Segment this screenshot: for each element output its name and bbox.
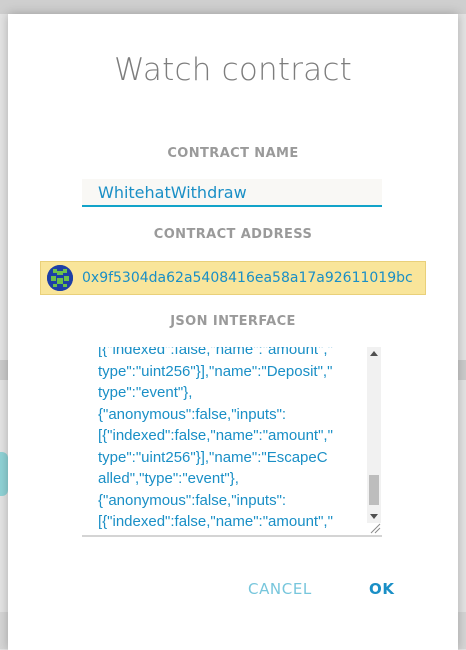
json-interface-line: type":"uint256"}],"name":"EscapeC [98, 448, 328, 466]
scroll-down-arrow-icon[interactable] [370, 514, 378, 519]
json-interface-line: type":"event"}, [98, 384, 193, 401]
json-interface-label: JSON INTERFACE [170, 314, 296, 329]
json-interface-line: [{"indexed":false,"name":"amount"," [98, 513, 333, 530]
contract-address-value: 0x9f5304da62a5408416ea58a17a92611019bc [82, 270, 413, 286]
watch-contract-dialog: Watch contract CONTRACT NAME CONTRACT AD… [8, 14, 458, 650]
dialog-title: Watch contract [114, 52, 352, 88]
json-interface-line: {"anonymous":false,"inputs": [98, 405, 287, 423]
ok-button[interactable]: OK [369, 577, 395, 601]
contract-address-input[interactable]: 0x9f5304da62a5408416ea58a17a92611019bc [40, 261, 426, 295]
json-scrollbar[interactable] [367, 347, 381, 523]
resize-grip-icon[interactable] [368, 521, 381, 534]
json-interface-line: {"anonymous":false,"inputs": [98, 491, 287, 509]
contract-name-label: CONTRACT NAME [167, 146, 299, 161]
scrollbar-thumb[interactable] [369, 475, 379, 505]
json-interface-textarea[interactable]: [{"indexed":false,"name":"amount"," type"… [82, 347, 382, 537]
json-interface-line: type":"uint256"}],"name":"Deposit"," [98, 362, 333, 380]
scroll-up-arrow-icon[interactable] [370, 351, 378, 356]
json-interface-text: [{"indexed":false,"name":"amount"," type"… [98, 347, 360, 536]
background-app-top [0, 0, 466, 14]
json-interface-line: alled","type":"event"}, [98, 470, 239, 487]
contract-address-label: CONTRACT ADDRESS [153, 227, 313, 242]
identicon-icon [47, 265, 73, 291]
json-interface-line: [{"indexed":false,"name":"amount"," [98, 347, 333, 358]
cancel-button[interactable]: CANCEL [248, 577, 312, 601]
json-interface-line: [{"indexed":false,"name":"amount"," [98, 427, 333, 444]
background-app-accent [0, 452, 8, 496]
json-interface-line: type":"uint256"}],"name":"Remainin [98, 533, 360, 536]
contract-name-input[interactable] [82, 179, 382, 207]
